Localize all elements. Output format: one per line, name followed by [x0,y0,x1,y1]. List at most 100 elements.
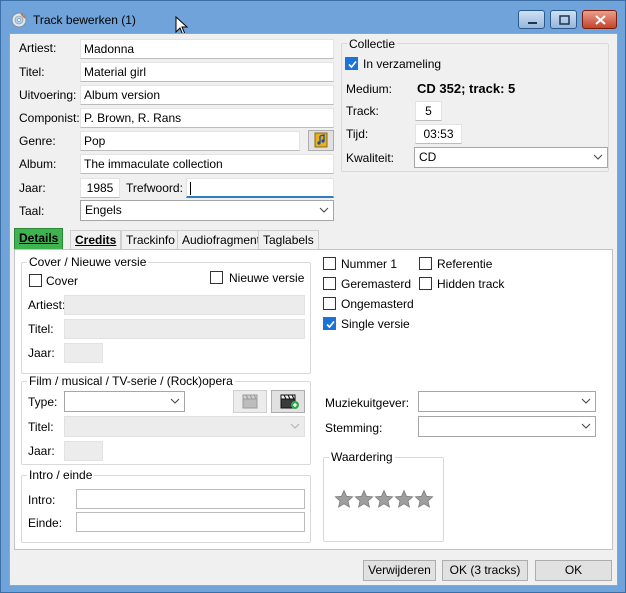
chevron-down-icon [290,423,300,429]
hidden-track-label: Hidden track [437,277,505,291]
film-titel-select[interactable] [64,416,305,437]
componist-input[interactable]: P. Brown, R. Rans [80,108,334,128]
referentie-checkbox[interactable] [419,257,432,270]
uitvoering-label: Uitvoering: [19,88,77,102]
jaar-input[interactable]: 1985 [80,178,120,198]
single-versie-label: Single versie [341,317,410,331]
dialog-body: Artiest: Madonna Titel: Material girl Ui… [9,33,618,586]
tijd-input[interactable]: 03:53 [415,124,462,144]
album-label: Album: [19,157,57,171]
cover-artiest-label: Artiest: [28,298,66,312]
verwijderen-button[interactable]: Verwijderen [363,560,436,581]
chevron-down-icon [593,154,603,160]
star-rating[interactable] [334,489,434,509]
star-icon[interactable] [354,489,374,509]
track-label: Track: [346,104,379,118]
film-jaar-label: Jaar: [28,444,55,458]
details-panel: Cover / Nieuwe versie Cover Nieuwe versi… [14,249,613,550]
star-icon[interactable] [374,489,394,509]
ongemasterd-label: Ongemasterd [341,297,414,311]
medium-value: CD 352; track: 5 [417,81,516,96]
track-input[interactable]: 5 [415,101,442,121]
intro-group [21,475,311,543]
trefwoord-input[interactable] [186,178,334,198]
star-icon[interactable] [334,489,354,509]
genre-picker-button[interactable] [308,130,334,151]
minimize-icon [528,22,537,24]
film-search-button[interactable] [233,390,267,413]
maximize-button[interactable] [550,10,577,29]
title-bar[interactable]: Track bewerken (1) [1,1,625,36]
maximize-icon [559,15,570,25]
film-clapper-icon [242,394,258,409]
chevron-down-icon [581,423,591,429]
intro-label: Intro: [28,493,56,507]
geremasterd-checkbox[interactable] [323,277,336,290]
nummer1-checkbox[interactable] [323,257,336,270]
tab-trackinfo[interactable]: Trackinfo [121,230,180,249]
nieuwe-versie-label: Nieuwe versie [229,271,305,285]
film-clapper-add-icon [280,394,299,409]
artiest-input[interactable]: Madonna [80,39,334,59]
film-group-title: Film / musical / TV-serie / (Rock)opera [27,374,235,388]
cover-titel-input[interactable] [64,319,305,339]
tab-credits[interactable]: Credits [70,230,122,249]
chevron-down-icon [319,207,329,213]
window: Track bewerken (1) Artiest: Madonna Tite… [0,0,626,593]
film-titel-label: Titel: [28,420,54,434]
ok-all-tracks-button[interactable]: OK (3 tracks) [442,560,528,581]
checkmark-icon [348,60,357,69]
artiest-label: Artiest: [19,41,57,55]
film-jaar-input[interactable] [64,441,103,461]
chevron-down-icon [581,398,591,404]
stemming-select[interactable] [418,416,596,437]
genre-input[interactable]: Pop [80,131,300,151]
titel-input[interactable]: Material girl [80,62,334,82]
trefwoord-label: Trefwoord: [126,181,183,195]
text-caret [190,182,191,196]
cover-checkbox[interactable] [29,274,42,287]
window-title: Track bewerken (1) [33,13,136,27]
single-versie-checkbox[interactable] [323,317,336,330]
stemming-label: Stemming: [325,421,383,435]
uitvoering-input[interactable]: Album version [80,85,334,105]
in-verzameling-checkbox[interactable] [345,57,358,70]
einde-label: Einde: [28,516,63,530]
ok-button[interactable]: OK [535,560,612,581]
film-add-button[interactable] [271,390,305,413]
componist-label: Componist: [19,111,80,125]
star-icon[interactable] [394,489,414,509]
cover-jaar-input[interactable] [64,343,103,363]
hidden-track-checkbox[interactable] [419,277,432,290]
cover-artiest-input[interactable] [64,295,305,315]
close-button[interactable] [582,10,617,29]
cover-group-title: Cover / Nieuwe versie [27,255,149,269]
cover-titel-label: Titel: [28,322,54,336]
ongemasterd-checkbox[interactable] [323,297,336,310]
kwaliteit-select[interactable]: CD [414,147,608,168]
waardering-title: Waardering [329,450,395,464]
geremasterd-label: Geremasterd [341,277,412,291]
film-type-label: Type: [28,395,58,409]
film-type-select[interactable] [64,391,185,412]
tab-details[interactable]: Details [14,228,64,250]
einde-input[interactable] [76,512,305,532]
star-icon[interactable] [414,489,434,509]
muziekuitgever-label: Muziekuitgever: [325,396,410,410]
minimize-button[interactable] [518,10,545,29]
jaar-label: Jaar: [19,181,46,195]
muziekuitgever-select[interactable] [418,391,596,412]
taal-select[interactable]: Engels [80,200,334,221]
genre-picker-icon [314,132,328,148]
taal-value: Engels [85,203,122,217]
tijd-label: Tijd: [346,127,369,141]
nieuwe-versie-checkbox[interactable] [210,271,223,284]
intro-group-title: Intro / einde [27,468,95,482]
collectie-title: Collectie [347,37,398,51]
intro-input[interactable] [76,489,305,509]
kwaliteit-label: Kwaliteit: [346,151,395,165]
details-panel-content: Cover / Nieuwe versie Cover Nieuwe versi… [15,250,614,551]
tab-taglabels[interactable]: Taglabels [258,230,319,249]
album-input[interactable]: The immaculate collection [80,154,334,174]
tab-audiofragment[interactable]: Audiofragment [177,230,266,249]
